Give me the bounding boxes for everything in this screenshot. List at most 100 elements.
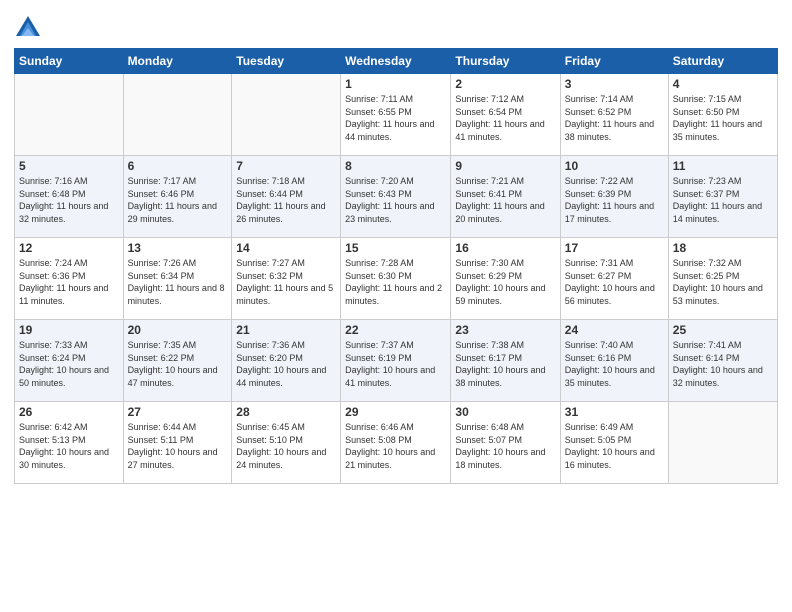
- day-number: 18: [673, 241, 773, 255]
- calendar-cell: 27 Sunrise: 6:44 AM Sunset: 5:11 PM Dayli…: [123, 402, 232, 484]
- day-info: Sunrise: 7:35 AM Sunset: 6:22 PM Dayligh…: [128, 339, 228, 389]
- day-info: Sunrise: 7:26 AM Sunset: 6:34 PM Dayligh…: [128, 257, 228, 307]
- weekday-header-sunday: Sunday: [15, 49, 124, 74]
- calendar-cell: 18 Sunrise: 7:32 AM Sunset: 6:25 PM Dayli…: [668, 238, 777, 320]
- calendar-cell: 30 Sunrise: 6:48 AM Sunset: 5:07 PM Dayli…: [451, 402, 560, 484]
- weekday-header-thursday: Thursday: [451, 49, 560, 74]
- day-number: 28: [236, 405, 336, 419]
- day-number: 20: [128, 323, 228, 337]
- calendar: SundayMondayTuesdayWednesdayThursdayFrid…: [14, 48, 778, 484]
- day-number: 25: [673, 323, 773, 337]
- day-info: Sunrise: 7:31 AM Sunset: 6:27 PM Dayligh…: [565, 257, 664, 307]
- day-info: Sunrise: 7:27 AM Sunset: 6:32 PM Dayligh…: [236, 257, 336, 307]
- day-info: Sunrise: 7:30 AM Sunset: 6:29 PM Dayligh…: [455, 257, 555, 307]
- calendar-cell: 14Sunrise: 7:27 AM Sunset: 6:32 PM Dayli…: [232, 238, 341, 320]
- page: SundayMondayTuesdayWednesdayThursdayFrid…: [0, 0, 792, 612]
- day-number: 4: [673, 77, 773, 91]
- day-info: Sunrise: 7:23 AM Sunset: 6:37 PM Dayligh…: [673, 175, 773, 225]
- day-number: 8: [345, 159, 446, 173]
- day-number: 27: [128, 405, 228, 419]
- calendar-cell: 8 Sunrise: 7:20 AM Sunset: 6:43 PM Daylig…: [341, 156, 451, 238]
- day-info: Sunrise: 7:36 AM Sunset: 6:20 PM Dayligh…: [236, 339, 336, 389]
- calendar-cell: 20 Sunrise: 7:35 AM Sunset: 6:22 PM Dayli…: [123, 320, 232, 402]
- calendar-cell: [123, 74, 232, 156]
- calendar-cell: 25 Sunrise: 7:41 AM Sunset: 6:14 PM Dayli…: [668, 320, 777, 402]
- day-info: Sunrise: 7:32 AM Sunset: 6:25 PM Dayligh…: [673, 257, 773, 307]
- day-number: 21: [236, 323, 336, 337]
- day-info: Sunrise: 6:45 AM Sunset: 5:10 PM Dayligh…: [236, 421, 336, 471]
- day-info: Sunrise: 7:37 AM Sunset: 6:19 PM Dayligh…: [345, 339, 446, 389]
- weekday-header-monday: Monday: [123, 49, 232, 74]
- calendar-cell: 10Sunrise: 7:22 AM Sunset: 6:39 PM Dayli…: [560, 156, 668, 238]
- day-info: Sunrise: 6:46 AM Sunset: 5:08 PM Dayligh…: [345, 421, 446, 471]
- day-info: Sunrise: 6:49 AM Sunset: 5:05 PM Dayligh…: [565, 421, 664, 471]
- day-info: Sunrise: 7:22 AM Sunset: 6:39 PM Dayligh…: [565, 175, 664, 225]
- calendar-cell: 29 Sunrise: 6:46 AM Sunset: 5:08 PM Dayli…: [341, 402, 451, 484]
- day-number: 23: [455, 323, 555, 337]
- calendar-cell: 3 Sunrise: 7:14 AM Sunset: 6:52 PM Daylig…: [560, 74, 668, 156]
- day-number: 30: [455, 405, 555, 419]
- calendar-week-row: 19Sunrise: 7:33 AM Sunset: 6:24 PM Dayli…: [15, 320, 778, 402]
- day-info: Sunrise: 6:44 AM Sunset: 5:11 PM Dayligh…: [128, 421, 228, 471]
- calendar-cell: 2 Sunrise: 7:12 AM Sunset: 6:54 PM Daylig…: [451, 74, 560, 156]
- calendar-cell: 23 Sunrise: 7:38 AM Sunset: 6:17 PM Dayli…: [451, 320, 560, 402]
- weekday-header-tuesday: Tuesday: [232, 49, 341, 74]
- calendar-cell: [15, 74, 124, 156]
- day-number: 24: [565, 323, 664, 337]
- day-number: 31: [565, 405, 664, 419]
- calendar-cell: 12 Sunrise: 7:24 AM Sunset: 6:36 PM Dayli…: [15, 238, 124, 320]
- calendar-cell: 1 Sunrise: 7:11 AM Sunset: 6:55 PM Daylig…: [341, 74, 451, 156]
- day-number: 19: [19, 323, 119, 337]
- header: [14, 10, 778, 42]
- day-info: Sunrise: 7:14 AM Sunset: 6:52 PM Dayligh…: [565, 93, 664, 143]
- day-info: Sunrise: 7:24 AM Sunset: 6:36 PM Dayligh…: [19, 257, 119, 307]
- day-info: Sunrise: 7:38 AM Sunset: 6:17 PM Dayligh…: [455, 339, 555, 389]
- calendar-cell: 15Sunrise: 7:28 AM Sunset: 6:30 PM Dayli…: [341, 238, 451, 320]
- calendar-week-row: 1 Sunrise: 7:11 AM Sunset: 6:55 PM Daylig…: [15, 74, 778, 156]
- day-info: Sunrise: 7:40 AM Sunset: 6:16 PM Dayligh…: [565, 339, 664, 389]
- calendar-cell: 6Sunrise: 7:17 AM Sunset: 6:46 PM Daylig…: [123, 156, 232, 238]
- logo: [14, 14, 45, 42]
- calendar-cell: 28 Sunrise: 6:45 AM Sunset: 5:10 PM Dayli…: [232, 402, 341, 484]
- day-info: Sunrise: 7:17 AM Sunset: 6:46 PM Dayligh…: [128, 175, 228, 225]
- weekday-header-wednesday: Wednesday: [341, 49, 451, 74]
- calendar-cell: 26 Sunrise: 6:42 AM Sunset: 5:13 PM Dayli…: [15, 402, 124, 484]
- day-info: Sunrise: 7:12 AM Sunset: 6:54 PM Dayligh…: [455, 93, 555, 143]
- day-info: Sunrise: 7:16 AM Sunset: 6:48 PM Dayligh…: [19, 175, 119, 225]
- day-info: Sunrise: 7:15 AM Sunset: 6:50 PM Dayligh…: [673, 93, 773, 143]
- calendar-cell: 31 Sunrise: 6:49 AM Sunset: 5:05 PM Dayli…: [560, 402, 668, 484]
- day-info: Sunrise: 7:41 AM Sunset: 6:14 PM Dayligh…: [673, 339, 773, 389]
- day-info: Sunrise: 6:42 AM Sunset: 5:13 PM Dayligh…: [19, 421, 119, 471]
- day-number: 1: [345, 77, 446, 91]
- day-number: 15: [345, 241, 446, 255]
- calendar-week-row: 12 Sunrise: 7:24 AM Sunset: 6:36 PM Dayli…: [15, 238, 778, 320]
- day-number: 26: [19, 405, 119, 419]
- calendar-cell: 11 Sunrise: 7:23 AM Sunset: 6:37 PM Dayli…: [668, 156, 777, 238]
- calendar-cell: 7Sunrise: 7:18 AM Sunset: 6:44 PM Daylig…: [232, 156, 341, 238]
- day-info: Sunrise: 6:48 AM Sunset: 5:07 PM Dayligh…: [455, 421, 555, 471]
- calendar-cell: 17 Sunrise: 7:31 AM Sunset: 6:27 PM Dayli…: [560, 238, 668, 320]
- calendar-week-row: 26 Sunrise: 6:42 AM Sunset: 5:13 PM Dayli…: [15, 402, 778, 484]
- day-number: 3: [565, 77, 664, 91]
- day-info: Sunrise: 7:21 AM Sunset: 6:41 PM Dayligh…: [455, 175, 555, 225]
- day-number: 2: [455, 77, 555, 91]
- calendar-week-row: 5Sunrise: 7:16 AM Sunset: 6:48 PM Daylig…: [15, 156, 778, 238]
- calendar-cell: 5Sunrise: 7:16 AM Sunset: 6:48 PM Daylig…: [15, 156, 124, 238]
- calendar-cell: 9 Sunrise: 7:21 AM Sunset: 6:41 PM Daylig…: [451, 156, 560, 238]
- day-number: 11: [673, 159, 773, 173]
- calendar-cell: 16 Sunrise: 7:30 AM Sunset: 6:29 PM Dayli…: [451, 238, 560, 320]
- weekday-header-friday: Friday: [560, 49, 668, 74]
- day-number: 13: [128, 241, 228, 255]
- day-number: 29: [345, 405, 446, 419]
- day-info: Sunrise: 7:11 AM Sunset: 6:55 PM Dayligh…: [345, 93, 446, 143]
- calendar-cell: [232, 74, 341, 156]
- logo-icon: [14, 14, 42, 42]
- day-number: 12: [19, 241, 119, 255]
- calendar-cell: 4 Sunrise: 7:15 AM Sunset: 6:50 PM Daylig…: [668, 74, 777, 156]
- day-info: Sunrise: 7:20 AM Sunset: 6:43 PM Dayligh…: [345, 175, 446, 225]
- day-number: 17: [565, 241, 664, 255]
- day-number: 16: [455, 241, 555, 255]
- day-number: 9: [455, 159, 555, 173]
- calendar-cell: 24 Sunrise: 7:40 AM Sunset: 6:16 PM Dayli…: [560, 320, 668, 402]
- weekday-header-row: SundayMondayTuesdayWednesdayThursdayFrid…: [15, 49, 778, 74]
